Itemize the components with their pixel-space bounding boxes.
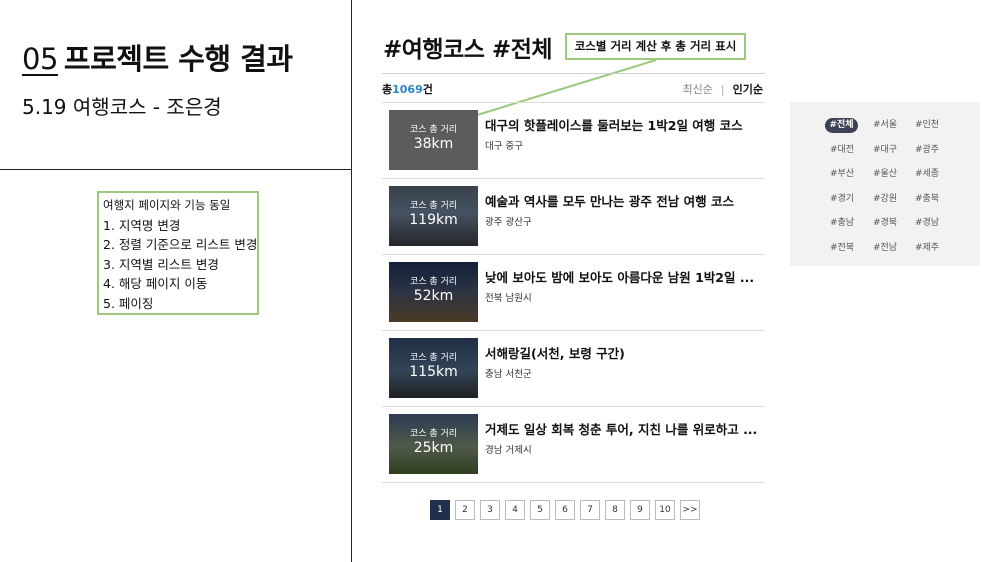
page-button-10[interactable]: 10 [655,500,675,520]
region-tag[interactable]: #울산 [868,167,902,182]
page-button-2[interactable]: 2 [455,500,475,520]
region-tag[interactable]: #충남 [825,216,859,231]
page-button-9[interactable]: 9 [630,500,650,520]
slide-number: 05 [22,42,58,76]
course-thumbnail[interactable]: 코스 총 거리 52km [389,262,478,322]
region-tag[interactable]: #경기 [825,192,859,207]
distance-callout-box: 코스별 거리 계산 후 총 거리 표시 [565,33,746,60]
total-distance: 25km [413,440,454,456]
region-tag[interactable]: #세종 [910,167,944,182]
course-thumbnail[interactable]: 코스 총 거리 115km [389,338,478,398]
course-title-link[interactable]: 낮에 보아도 밤에 보아도 아름다운 남원 1박2일 ... [485,267,763,286]
total-distance: 52km [413,288,454,304]
total-distance: 119km [409,212,458,228]
region-tag-all[interactable]: #전체 [825,118,858,133]
course-item[interactable]: 코스 총 거리 52km 낮에 보아도 밤에 보아도 아름다운 남원 1박2일 … [382,255,765,331]
feature-note-box: 여행지 페이지와 기능 동일 1. 지역명 변경 2. 정렬 기준으로 리스트 … [97,191,259,315]
course-item[interactable]: 코스 총 거리 119km 예술과 역사를 모두 만나는 광주 전남 여행 코스… [382,179,765,255]
region-tag[interactable]: #경남 [910,216,944,231]
page-button-3[interactable]: 3 [480,500,500,520]
region-tag[interactable]: #전북 [825,241,859,256]
course-region: 광주 광산구 [485,217,532,228]
sort-latest-link[interactable]: 최신순 [683,83,713,96]
page-button-7[interactable]: 7 [580,500,600,520]
total-count: 총1069건 [382,81,433,97]
region-tag[interactable]: #대구 [868,143,902,158]
note-line: 2. 정렬 기준으로 리스트 변경 [103,237,258,252]
page-button-4[interactable]: 4 [505,500,525,520]
region-tag[interactable]: #전남 [868,241,902,256]
course-title-link[interactable]: 서해랑길(서천, 보령 구간) [485,343,763,362]
region-tag[interactable]: #대전 [825,143,859,158]
note-line: 4. 해당 페이지 이동 [103,276,208,291]
sort-options: 최신순 | 인기순 [683,81,763,97]
next-pages-button[interactable]: >> [680,500,700,520]
note-line: 1. 지역명 변경 [103,217,181,233]
course-title-link[interactable]: 거제도 일상 회복 청춘 투어, 지친 나를 위로하고 ... [485,419,763,438]
region-tag[interactable]: #제주 [910,241,944,256]
total-distance: 115km [409,364,458,380]
course-item[interactable]: 코스 총 거리 38km 대구의 핫플레이스를 둘러보는 1박2일 여행 코스 … [382,103,765,179]
course-item[interactable]: 코스 총 거리 115km 서해랑길(서천, 보령 구간) 충남 서천군 [382,331,765,407]
distance-label: 코스 총 거리 [409,429,458,439]
course-title-link[interactable]: 예술과 역사를 모두 만나는 광주 전남 여행 코스 [485,191,763,210]
region-tag[interactable]: #강원 [868,192,902,207]
sort-separator: | [720,83,725,96]
note-line: 3. 지역별 리스트 변경 [103,256,219,272]
slide-title-text: 프로젝트 수행 결과 [63,42,293,76]
total-prefix: 총 [382,83,393,96]
region-tag[interactable]: #광주 [910,143,944,158]
sort-popular-link[interactable]: 인기순 [733,83,763,96]
course-list: 총1069건 최신순 | 인기순 코스 총 거리 38km 대구의 핫플레이스를 둘… [382,73,765,483]
note-line: 5. 페이징 [103,295,154,311]
page-button-1[interactable]: 1 [430,500,450,520]
region-tag[interactable]: #부산 [825,167,859,182]
note-line: 여행지 페이지와 기능 동일 [103,198,231,212]
total-distance: 38km [413,136,454,152]
page-button-8[interactable]: 8 [605,500,625,520]
distance-label: 코스 총 거리 [409,353,458,363]
page-button-6[interactable]: 6 [555,500,575,520]
vertical-divider [351,0,352,562]
course-title-link[interactable]: 대구의 핫플레이스를 둘러보는 1박2일 여행 코스 [485,115,763,134]
course-region: 전북 남원시 [485,293,532,304]
course-thumbnail[interactable]: 코스 총 거리 38km [389,110,478,170]
course-thumbnail[interactable]: 코스 총 거리 25km [389,414,478,474]
list-header: 총1069건 최신순 | 인기순 [382,73,765,103]
distance-label: 코스 총 거리 [409,201,458,211]
page-button-5[interactable]: 5 [530,500,550,520]
distance-label: 코스 총 거리 [409,125,458,135]
region-tag[interactable]: #인천 [910,118,944,133]
region-tag[interactable]: #충북 [910,192,944,207]
total-suffix: 건 [422,83,433,96]
distance-label: 코스 총 거리 [409,277,458,287]
course-thumbnail[interactable]: 코스 총 거리 119km [389,186,478,246]
course-region: 대구 중구 [485,141,523,152]
slide-subtitle: 5.19 여행코스 - 조은경 [22,95,222,119]
region-tag[interactable]: #경북 [868,216,902,231]
course-region: 충남 서천군 [485,369,532,380]
region-tag[interactable]: #서울 [868,118,902,133]
region-tag-panel: #전체 #서울 #인천 #대전 #대구 #광주 #부산 #울산 #세종 #경기 … [790,102,980,266]
course-region: 경남 거제시 [485,445,532,456]
course-item[interactable]: 코스 총 거리 25km 거제도 일상 회복 청춘 투어, 지친 나를 위로하고… [382,407,765,483]
total-number: 1069 [392,83,423,96]
slide-title: 05 프로젝트 수행 결과 [22,36,293,78]
horizontal-divider [0,169,352,170]
pagination: 1 2 3 4 5 6 7 8 9 10 >> [430,500,705,522]
page-title: #여행코스 #전체 [383,37,553,63]
